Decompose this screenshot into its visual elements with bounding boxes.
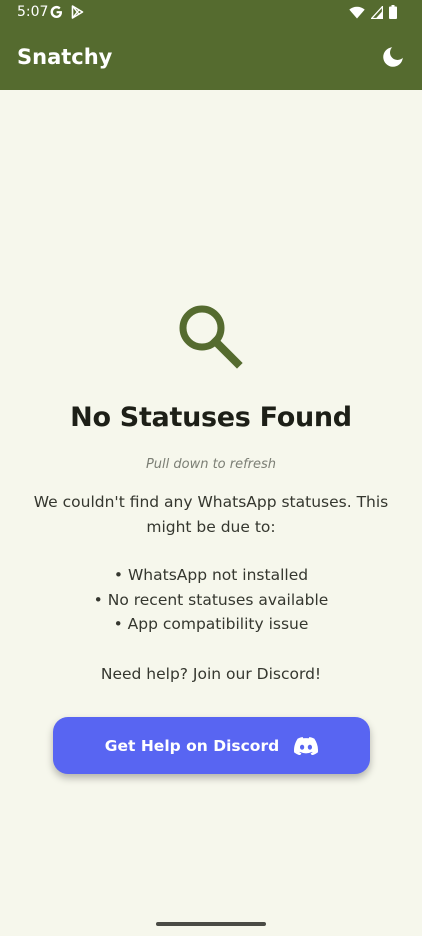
empty-state-description: We couldn't find any WhatsApp statuses. … (33, 493, 389, 536)
discord-button-label: Get Help on Discord (104, 736, 280, 755)
empty-state-title: No Statuses Found (70, 402, 352, 433)
status-system-icons (349, 5, 397, 19)
theme-toggle-button[interactable] (382, 46, 404, 68)
status-notification-icons (50, 5, 84, 19)
battery-icon (389, 5, 397, 19)
empty-state: No Statuses Found Pull down to refresh W… (0, 90, 422, 936)
status-bar: 5:07 (0, 0, 422, 26)
possible-reasons-list: • WhatsApp not installed • No recent sta… (0, 563, 422, 637)
reason-item: • WhatsApp not installed (113, 566, 309, 584)
discord-help-button[interactable]: Get Help on Discord (53, 717, 370, 774)
wifi-icon (349, 6, 365, 18)
google-g-icon (50, 5, 62, 19)
reason-item: • No recent statuses available (93, 590, 329, 609)
app-title: Snatchy (17, 45, 113, 69)
discord-help-text: Need help? Join our Discord! (100, 665, 322, 683)
app-bar: 5:07 Snatchy (0, 0, 422, 90)
play-store-icon (71, 5, 84, 19)
search-icon (179, 305, 243, 369)
moon-icon (383, 47, 403, 67)
app-screen: 5:07 Snatchy No Statuses Found Pull down… (0, 0, 422, 936)
discord-icon (294, 736, 319, 755)
cellular-signal-icon (371, 5, 383, 19)
status-time: 5:07 (17, 4, 49, 20)
reason-item: • App compatibility issue (113, 615, 309, 633)
pull-to-refresh-hint: Pull down to refresh (145, 457, 277, 472)
gesture-nav-handle[interactable] (156, 922, 266, 926)
